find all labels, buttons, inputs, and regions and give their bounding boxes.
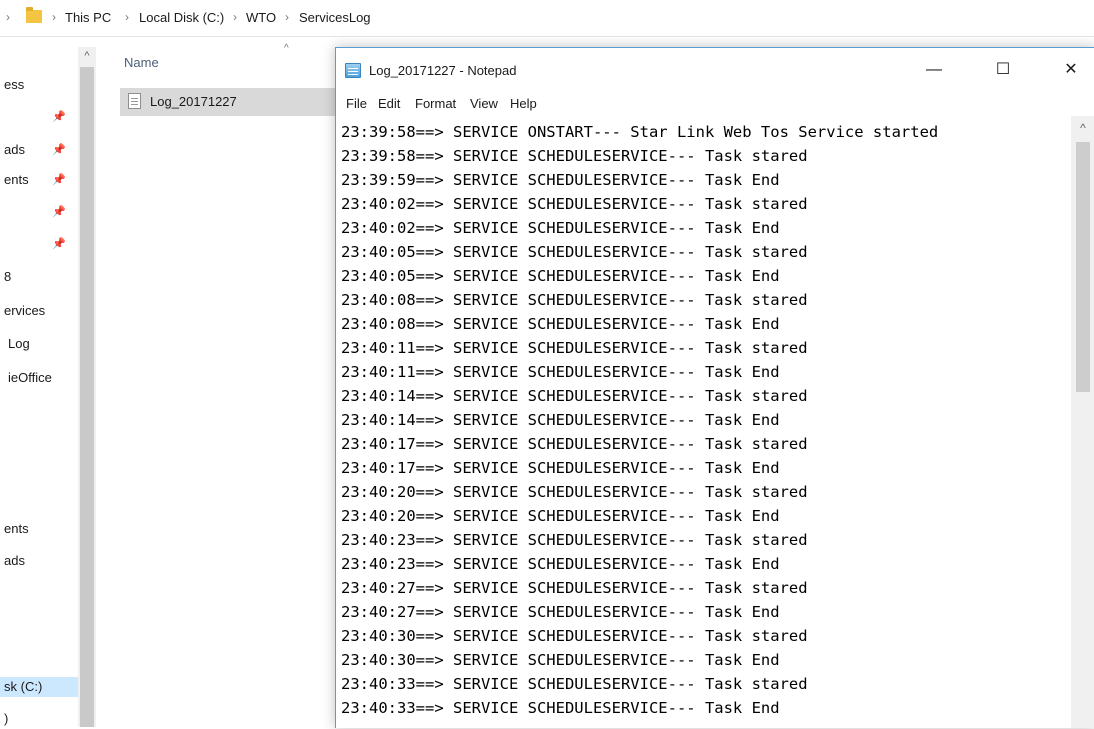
menu-view[interactable]: View (467, 95, 501, 113)
log-line: 23:39:58==> SERVICE SCHEDULESERVICE--- T… (341, 147, 808, 165)
log-line: 23:40:17==> SERVICE SCHEDULESERVICE--- T… (341, 459, 780, 477)
nav-item-documents[interactable]: ents (0, 170, 29, 190)
nav-item-label: ess (4, 77, 25, 92)
log-line: 23:40:27==> SERVICE SCHEDULESERVICE--- T… (341, 603, 780, 621)
nav-item-quick-access[interactable]: ess (0, 75, 24, 95)
nav-item-label: ieOffice (8, 370, 52, 385)
nav-item-label: ads (4, 142, 25, 157)
file-name: Log_20171227 (150, 94, 237, 109)
log-line: 23:40:08==> SERVICE SCHEDULESERVICE--- T… (341, 291, 808, 309)
nav-item-drive[interactable]: ) (0, 709, 8, 729)
log-line: 23:40:05==> SERVICE SCHEDULESERVICE--- T… (341, 243, 808, 261)
scroll-up-arrow-icon[interactable]: ^ (1071, 116, 1094, 140)
log-line: 23:40:20==> SERVICE SCHEDULESERVICE--- T… (341, 507, 780, 525)
log-line: 23:40:05==> SERVICE SCHEDULESERVICE--- T… (341, 267, 780, 285)
nav-item-label: ents (4, 521, 29, 536)
log-line: 23:40:20==> SERVICE SCHEDULESERVICE--- T… (341, 483, 808, 501)
nav-item-label: ads (4, 553, 25, 568)
nav-item-label: Log (8, 336, 30, 351)
column-header-name[interactable]: Name (124, 55, 159, 70)
nav-item-label: ents (4, 172, 29, 187)
nav-item-label: ervices (4, 303, 46, 318)
nav-item-documents-2[interactable]: ents (0, 519, 29, 539)
folder-icon (26, 7, 42, 23)
notepad-app-icon[interactable] (345, 63, 361, 78)
nav-item-label: sk (C:) (4, 679, 43, 694)
scroll-up-arrow-icon[interactable]: ^ (78, 47, 96, 65)
nav-item-label: ) (4, 711, 9, 726)
notepad-window: Log_20171227 - Notepad — ☐ ✕ File Edit F… (335, 47, 1094, 728)
log-line: 23:39:59==> SERVICE SCHEDULESERVICE--- T… (341, 171, 780, 189)
menu-edit[interactable]: Edit (375, 95, 403, 113)
log-line: 23:40:02==> SERVICE SCHEDULESERVICE--- T… (341, 195, 808, 213)
log-line: 23:40:33==> SERVICE SCHEDULESERVICE--- T… (341, 699, 780, 717)
text-editor-area[interactable]: 23:39:58==> SERVICE ONSTART--- Star Link… (336, 116, 1070, 728)
menu-file[interactable]: File (343, 95, 370, 113)
log-line: 23:40:11==> SERVICE SCHEDULESERVICE--- T… (341, 339, 808, 357)
log-line: 23:40:27==> SERVICE SCHEDULESERVICE--- T… (341, 579, 808, 597)
log-line: 23:39:58==> SERVICE ONSTART--- Star Link… (341, 123, 939, 141)
notepad-vertical-scrollbar[interactable]: ^ (1071, 116, 1094, 728)
maximize-button[interactable]: ☐ (980, 48, 1026, 92)
nav-item-serviceslog[interactable]: Log (0, 334, 30, 354)
breadcrumb-this-pc[interactable]: This PC (65, 10, 111, 25)
minimize-button[interactable]: — (911, 48, 957, 92)
nav-item-downloads-2[interactable]: ads (0, 551, 25, 571)
log-line: 23:40:14==> SERVICE SCHEDULESERVICE--- T… (341, 411, 780, 429)
scrollbar-thumb[interactable] (80, 67, 94, 727)
nav-item-services[interactable]: ervices (0, 301, 45, 321)
scrollbar-thumb[interactable] (1076, 142, 1090, 392)
log-line: 23:40:23==> SERVICE SCHEDULESERVICE--- T… (341, 555, 780, 573)
nav-item-label: 8 (4, 269, 12, 284)
pin-icon[interactable]: 📌 (52, 206, 66, 218)
pin-icon[interactable]: 📌 (52, 238, 66, 250)
breadcrumb-back-chevron[interactable]: › (6, 10, 10, 24)
pin-icon[interactable]: 📌 (52, 111, 66, 123)
window-title: Log_20171227 - Notepad (369, 63, 517, 78)
close-button[interactable]: ✕ (1048, 48, 1094, 92)
log-line: 23:40:02==> SERVICE SCHEDULESERVICE--- T… (341, 219, 780, 237)
menu-format[interactable]: Format (412, 95, 459, 113)
text-file-icon (128, 93, 141, 109)
breadcrumb-serviceslog[interactable]: ServicesLog (299, 10, 371, 25)
pin-icon[interactable]: 📌 (52, 174, 66, 186)
log-line: 23:40:33==> SERVICE SCHEDULESERVICE--- T… (341, 675, 808, 693)
nav-item-downloads[interactable]: ads (0, 140, 25, 160)
address-bar[interactable]: › › This PC › Local Disk (C:) › WTO › Se… (0, 0, 1094, 37)
breadcrumb-separator: › (125, 10, 129, 24)
file-row-log[interactable]: Log_20171227 (120, 88, 340, 116)
menu-bar: File Edit Format View Help (336, 92, 1094, 116)
nav-item-office[interactable]: ieOffice (0, 368, 52, 388)
log-line: 23:40:14==> SERVICE SCHEDULESERVICE--- T… (341, 387, 808, 405)
log-line: 23:40:30==> SERVICE SCHEDULESERVICE--- T… (341, 627, 808, 645)
nav-pane-scrollbar[interactable]: ^ (78, 47, 96, 727)
log-line: 23:40:17==> SERVICE SCHEDULESERVICE--- T… (341, 435, 808, 453)
breadcrumb-local-disk[interactable]: Local Disk (C:) (139, 10, 224, 25)
notepad-titlebar[interactable]: Log_20171227 - Notepad — ☐ ✕ (336, 48, 1094, 92)
log-line: 23:40:08==> SERVICE SCHEDULESERVICE--- T… (341, 315, 780, 333)
menu-help[interactable]: Help (507, 95, 540, 113)
breadcrumb-separator: › (233, 10, 237, 24)
log-line: 23:40:23==> SERVICE SCHEDULESERVICE--- T… (341, 531, 808, 549)
sort-up-icon: ^ (284, 43, 289, 54)
breadcrumb-separator: › (285, 10, 289, 24)
nav-item-local-disk[interactable]: sk (C:) (0, 677, 80, 697)
breadcrumb-separator: › (52, 10, 56, 24)
breadcrumb-wto[interactable]: WTO (246, 10, 276, 25)
log-line: 23:40:30==> SERVICE SCHEDULESERVICE--- T… (341, 651, 780, 669)
log-line: 23:40:11==> SERVICE SCHEDULESERVICE--- T… (341, 363, 780, 381)
nav-item-folder[interactable]: 8 (0, 267, 11, 287)
pin-icon[interactable]: 📌 (52, 144, 66, 156)
